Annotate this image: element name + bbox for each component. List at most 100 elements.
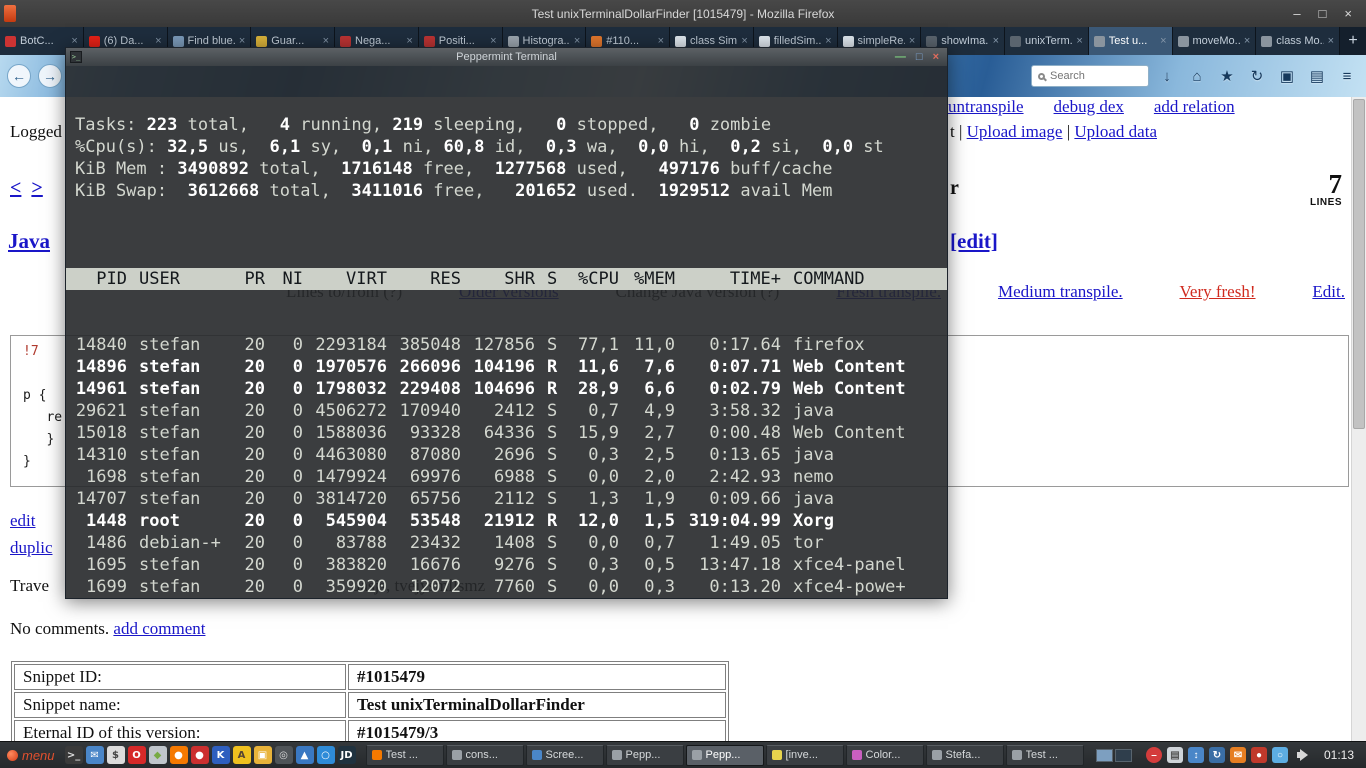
browser-tab[interactable]: Test u...× [1089,27,1173,55]
screenshot-launcher-icon[interactable]: ◎ [275,746,293,764]
taskbar-window-button[interactable]: Scree... [526,745,604,766]
window-titlebar[interactable]: Test unixTerminalDollarFinder [1015479] … [0,0,1366,27]
edit-heading-link[interactable]: [edit] [950,229,998,254]
home-icon[interactable]: ⌂ [1186,65,1208,87]
version-link[interactable]: Edit. [1312,282,1345,302]
terminal-titlebar[interactable]: >_ Peppermint Terminal — □ × [66,48,947,66]
taskbar-window-button[interactable]: Color... [846,745,924,766]
terminal-output[interactable]: Tasks: 223 total, 4 running, 219 sleepin… [66,66,947,598]
cloud-tray-icon[interactable]: ○ [1272,747,1288,763]
bookmarks-star-icon[interactable]: ★ [1216,65,1238,87]
taskbar-window-button[interactable]: [inve... [766,745,844,766]
tab-close-icon[interactable]: × [406,35,412,47]
tab-close-icon[interactable]: × [825,35,831,47]
action-link[interactable]: untranspile [948,97,1024,117]
tab-close-icon[interactable]: × [323,35,329,47]
hamburger-menu-icon[interactable]: ≡ [1336,65,1358,87]
screenshot-icon[interactable]: ▣ [1276,65,1298,87]
previous-snippet-link[interactable]: < [10,177,21,199]
version-link[interactable]: Medium transpile. [998,282,1123,302]
tab-close-icon[interactable]: × [1076,35,1082,47]
update-tray-icon[interactable]: – [1146,747,1162,763]
terminal-maximize-button[interactable]: □ [916,51,923,63]
tab-close-icon[interactable]: × [993,35,999,47]
scrollbar-thumb[interactable] [1353,99,1365,429]
tab-close-icon[interactable]: × [909,35,915,47]
snippet-details-table: Snippet ID:#1015479Snippet name:Test uni… [11,661,729,741]
volume-icon[interactable] [1296,748,1312,762]
search-input[interactable] [1050,70,1142,82]
media-launcher-icon[interactable]: ● [191,746,209,764]
tab-close-icon[interactable]: × [741,35,747,47]
workspace-cell[interactable] [1096,749,1113,762]
tab-close-icon[interactable]: × [658,35,664,47]
version-link[interactable]: Very fresh! [1180,282,1256,302]
taskbar-window-button[interactable]: Pepp... [686,745,764,766]
amarok-launcher-icon[interactable]: A [233,746,251,764]
snippet-pager: <> [10,177,53,200]
upload-image-link[interactable]: Upload image [967,122,1063,141]
page-scrollbar[interactable] [1351,97,1366,741]
tab-close-icon[interactable]: × [490,35,496,47]
process-row: 1486debian-+20083788234321408S0,00,71:49… [66,532,947,554]
package-launcher-icon[interactable]: ◆ [149,746,167,764]
sidebar-icon[interactable]: ▤ [1306,65,1328,87]
maximize-button[interactable]: □ [1319,6,1327,21]
vlc-launcher-icon[interactable]: ▲ [296,746,314,764]
tab-close-icon[interactable]: × [1328,35,1334,47]
browser-tab[interactable]: unixTerm...× [1005,27,1089,55]
search-box[interactable] [1031,65,1149,87]
tab-close-icon[interactable]: × [1160,35,1166,47]
taskbar-window-button[interactable]: Pepp... [606,745,684,766]
mail-tray-icon[interactable]: ✉ [1230,747,1246,763]
mail-launcher-icon[interactable]: ✉ [86,746,104,764]
download-icon[interactable]: ↓ [1156,65,1178,87]
clipboard-tray-icon[interactable]: ▤ [1167,747,1183,763]
action-link[interactable]: add relation [1154,97,1235,117]
action-link[interactable]: debug dex [1054,97,1124,117]
opera-launcher-icon[interactable]: O [128,746,146,764]
workspace-cell[interactable] [1115,749,1132,762]
network-tray-icon[interactable]: ↕ [1188,747,1204,763]
tab-close-icon[interactable]: × [1244,35,1250,47]
edit-link[interactable]: edit [10,511,36,530]
taskbar-clock[interactable]: 01:13 [1324,748,1354,762]
refresh-icon[interactable]: ↻ [1246,65,1268,87]
tab-label: moveMo... [1193,35,1240,47]
kate-launcher-icon[interactable]: K [212,746,230,764]
back-button[interactable]: ← [7,64,31,88]
sync-tray-icon[interactable]: ↻ [1209,747,1225,763]
terminal-launcher-icon[interactable]: >_ [65,746,83,764]
tab-close-icon[interactable]: × [71,35,77,47]
menu-button[interactable]: menu [5,748,62,763]
top-column-header: PID [75,268,127,290]
jdownloader-launcher-icon[interactable]: JD [338,746,356,764]
tab-close-icon[interactable]: × [574,35,580,47]
firefox-launcher-icon[interactable]: ● [170,746,188,764]
taskbar-window-button[interactable]: Test ... [366,745,444,766]
terminal-close-button[interactable]: × [933,51,939,63]
finance-launcher-icon[interactable]: $ [107,746,125,764]
add-comment-link[interactable]: add comment [113,619,205,638]
folder-launcher-icon[interactable]: ▣ [254,746,272,764]
tab-label: filledSim... [774,35,821,47]
next-snippet-link[interactable]: > [31,177,42,199]
new-tab-button[interactable]: + [1340,27,1366,55]
duplicate-link[interactable]: duplic [10,538,53,557]
terminal-minimize-button[interactable]: — [895,51,906,63]
forward-button[interactable]: → [38,64,62,88]
tab-close-icon[interactable]: × [239,35,245,47]
browser-tab[interactable]: class Mo...× [1256,27,1340,55]
tab-favicon-icon [89,36,100,47]
taskbar-window-button[interactable]: Test ... [1006,745,1084,766]
tab-close-icon[interactable]: × [155,35,161,47]
close-button[interactable]: × [1344,6,1352,21]
minimize-button[interactable]: – [1293,6,1300,21]
chat-tray-icon[interactable]: ● [1251,747,1267,763]
browser-tab[interactable]: moveMo... × [1173,27,1257,55]
taskbar-window-button[interactable]: cons... [446,745,524,766]
snippet-heading-link[interactable]: Java [8,229,50,254]
taskbar-window-button[interactable]: Stefa... [926,745,1004,766]
upload-data-link[interactable]: Upload data [1074,122,1157,141]
globe-launcher-icon[interactable]: ○ [317,746,335,764]
